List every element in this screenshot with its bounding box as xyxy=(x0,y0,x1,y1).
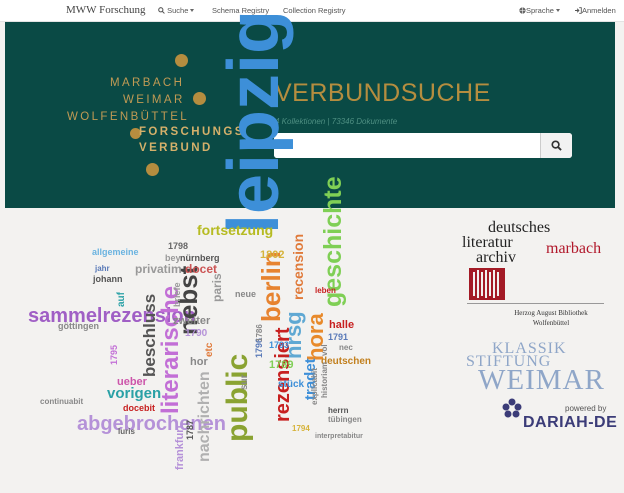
dla-line1: deutsches xyxy=(488,219,551,236)
keyword-paris[interactable]: paris xyxy=(210,273,224,302)
keyword-interpretabitur[interactable]: interpretabitur xyxy=(315,433,363,440)
dla-line2: literatur xyxy=(462,234,513,251)
keyword-1790[interactable]: 1790 xyxy=(185,329,207,339)
keyword-explicabit[interactable]: explicabit xyxy=(310,368,319,405)
dariah-de-logo[interactable]: DARIAH-DE xyxy=(523,414,617,432)
hab-line1: Herzog August Bibliothek xyxy=(514,309,588,317)
keyword-göttingen[interactable]: göttingen xyxy=(58,322,99,331)
keyword-public[interactable]: public xyxy=(221,354,254,442)
keyword-continuabit[interactable]: continuabit xyxy=(40,398,83,406)
keyword-luris[interactable]: luris xyxy=(118,428,135,436)
keyword-tübingen[interactable]: tübingen xyxy=(328,416,362,424)
keyword-etc[interactable]: etc xyxy=(204,343,215,357)
logo-dot xyxy=(146,163,159,176)
top-navbar: MWW Forschung Suche Schema Registry Coll… xyxy=(0,0,624,22)
language-menu[interactable]: Sprache xyxy=(519,6,560,15)
logo-line-marbach: MARBACH xyxy=(110,77,185,89)
keyword-1787[interactable]: 1787 xyxy=(185,420,195,440)
hab-emblem-icon xyxy=(469,268,505,300)
logo-dot xyxy=(175,54,188,67)
globe-icon xyxy=(519,7,526,14)
keyword-herrn[interactable]: herrn xyxy=(328,407,348,415)
page-title: VERBUNDSUCHE xyxy=(275,79,491,107)
logo-line-weimar: WEIMAR xyxy=(123,94,185,106)
keyword-1795[interactable]: 1795 xyxy=(109,345,119,365)
hero-banner: MARBACH WEIMAR WOLFENBÜTTEL FORSCHUNGS V… xyxy=(5,22,615,208)
dla-line3: archiv xyxy=(476,249,516,266)
keyword-vorigen[interactable]: vorigen xyxy=(107,386,161,401)
logo-line-verbund: VERBUND xyxy=(139,142,213,154)
search-button[interactable] xyxy=(540,133,572,158)
keyword-historiam[interactable]: historiam xyxy=(320,362,329,398)
keyword-auf[interactable]: auf xyxy=(116,292,127,307)
sign-in-icon xyxy=(575,7,582,14)
keyword-stück[interactable]: stück xyxy=(278,380,304,390)
keyword-allgemeine[interactable]: allgemeine xyxy=(92,248,139,257)
search-icon xyxy=(158,7,165,14)
dla-marbach: marbach xyxy=(546,240,602,257)
powered-by-label: powered by xyxy=(565,404,607,413)
keyword-1791[interactable]: 1791 xyxy=(328,333,348,342)
search-menu[interactable]: Suche xyxy=(158,6,195,15)
keyword-vol[interactable]: vol xyxy=(320,344,329,356)
logo-line-wolfenbuettel: WOLFENBÜTTEL xyxy=(67,111,190,123)
keyword-johann[interactable]: johann xyxy=(93,275,123,284)
chevron-down-icon xyxy=(555,9,560,12)
search-input[interactable] xyxy=(274,133,540,158)
logo-dot xyxy=(193,92,206,105)
hab-logo-text[interactable]: Herzog August Bibliothek Wolfenbüttel xyxy=(501,308,601,328)
hab-line2: Wolfenbüttel xyxy=(532,319,570,327)
keyword-recension[interactable]: recension xyxy=(290,234,306,300)
language-menu-label: Sprache xyxy=(526,6,554,15)
keyword-ueber[interactable]: ueber xyxy=(117,377,147,388)
keyword-jahr[interactable]: jahr xyxy=(95,265,110,273)
search-bar xyxy=(274,133,572,158)
keyword-hor[interactable]: hor xyxy=(190,357,208,368)
login-link[interactable]: Anmelden xyxy=(575,6,616,15)
dla-logo[interactable]: deutsches literatur archiv xyxy=(462,219,551,266)
keyword-1789[interactable]: 1789 xyxy=(269,360,293,371)
keyword-leben[interactable]: leben xyxy=(315,287,336,295)
search-menu-label: Suche xyxy=(167,6,189,15)
keyword-nec[interactable]: nec xyxy=(339,344,353,352)
keyword-docebit[interactable]: docebit xyxy=(123,404,155,413)
hab-divider xyxy=(467,303,604,304)
keyword-1793[interactable]: 1793 xyxy=(269,341,289,350)
keyword-1802[interactable]: 1802 xyxy=(260,250,284,261)
keyword-1794[interactable]: 1794 xyxy=(292,425,310,433)
keyword-1786[interactable]: 1786 xyxy=(255,324,264,342)
keyword-sur[interactable]: sur xyxy=(239,374,250,390)
keyword-bey[interactable]: bey xyxy=(165,254,181,263)
klassik-line3: WEIMAR xyxy=(478,364,605,396)
keyword-briefe[interactable]: briefe xyxy=(172,282,182,307)
keyword-neue[interactable]: neue xyxy=(235,290,256,299)
keyword-zweiter[interactable]: zweiter xyxy=(173,316,210,327)
keyword-leipzig[interactable]: leipzig xyxy=(214,10,294,234)
dariah-flower-icon xyxy=(502,398,522,418)
login-label: Anmelden xyxy=(582,6,616,15)
search-icon xyxy=(551,140,562,151)
keyword-cloud: leipzig sammelrezension literarische fortse… xyxy=(25,10,375,472)
keyword-privatim[interactable]: privatim xyxy=(135,263,182,275)
brand-link[interactable]: MWW Forschung xyxy=(66,4,146,16)
chevron-down-icon xyxy=(190,9,195,12)
keyword-1798[interactable]: 1798 xyxy=(168,242,188,251)
keyword-halle[interactable]: halle xyxy=(329,320,354,331)
keyword-fortsetzung[interactable]: fortsetzung xyxy=(197,223,273,237)
keyword-beschluss[interactable]: beschluss xyxy=(140,294,159,377)
keyword-nachrichten[interactable]: nachrichten xyxy=(196,371,213,462)
